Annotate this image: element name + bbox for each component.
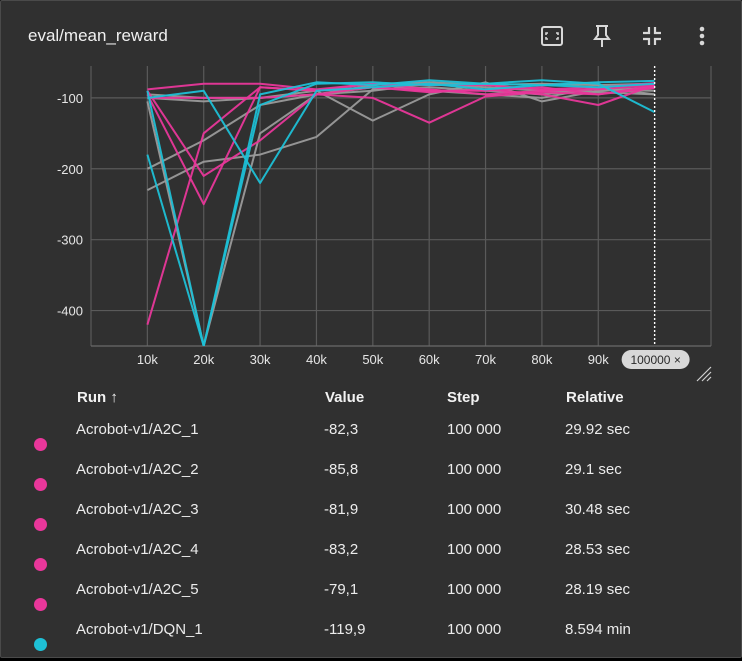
run-name: Acrobot-v1/A2C_2	[76, 461, 199, 478]
column-header-step[interactable]: Step	[447, 389, 480, 406]
step-cursor[interactable]: 100000 ×	[621, 66, 690, 369]
run-step: 100 000	[447, 461, 502, 478]
run-color-dot	[34, 638, 47, 651]
run-name: Acrobot-v1/DQN_1	[76, 621, 203, 638]
run-name: Acrobot-v1/A2C_4	[76, 541, 199, 558]
run-relative: 28.53 sec	[565, 541, 631, 558]
table-row[interactable]: Acrobot-v1/A2C_3 -81,9 100 000 30.48 sec	[1, 501, 741, 541]
run-color-dot	[34, 598, 47, 611]
table-row[interactable]: Acrobot-v1/A2C_4 -83,2 100 000 28.53 sec	[1, 541, 741, 581]
run-relative: 28.19 sec	[565, 581, 631, 598]
column-header-run[interactable]: Run ↑	[77, 389, 118, 406]
run-value: -85,8	[324, 461, 359, 478]
table-row[interactable]: Acrobot-v1/A2C_5 -79,1 100 000 28.19 sec	[1, 581, 741, 621]
run-relative: 29.92 sec	[565, 421, 631, 438]
run-step: 100 000	[447, 541, 502, 558]
series-line-1	[146, 86, 655, 191]
x-tick-label: 70k	[475, 352, 496, 367]
table-row[interactable]: Acrobot-v1/A2C_2 -85,8 100 000 29.1 sec	[1, 461, 741, 501]
series-line-11	[146, 79, 656, 346]
y-tick-label: -300	[57, 233, 83, 248]
x-tick-label: 40k	[306, 352, 327, 367]
x-tick-label: 20k	[193, 352, 214, 367]
run-color-dot	[34, 518, 47, 531]
column-header-relative[interactable]: Relative	[566, 389, 624, 406]
run-color-dot	[34, 558, 47, 571]
run-color-dot	[34, 478, 47, 491]
series-line-12	[146, 79, 655, 346]
run-relative: 30.48 sec	[565, 501, 631, 518]
series-line-7	[146, 86, 655, 206]
x-tick-label: 90k	[588, 352, 609, 367]
x-tick-label: 30k	[250, 352, 271, 367]
run-value: -83,2	[324, 541, 359, 558]
run-color-dot	[34, 438, 47, 451]
table-row[interactable]: Acrobot-v1/DQN_1 -119,9 100 000 8.594 mi…	[1, 621, 741, 661]
step-badge-label: 100000 ×	[630, 353, 680, 367]
run-step: 100 000	[447, 501, 502, 518]
run-value: -81,9	[324, 501, 359, 518]
x-tick-label: 80k	[531, 352, 552, 367]
y-tick-label: -400	[57, 304, 83, 319]
scalar-card: eval/mean_reward 10k 20k 30k 40k 50k 60k 70k 80…	[0, 0, 742, 658]
chart-series	[146, 79, 656, 346]
run-name: Acrobot-v1/A2C_3	[76, 501, 199, 518]
y-tick-label: -200	[57, 162, 83, 177]
run-name: Acrobot-v1/A2C_5	[76, 581, 199, 598]
run-value: -79,1	[324, 581, 359, 598]
run-value: -119,9	[324, 621, 366, 638]
x-tick-label: 50k	[362, 352, 383, 367]
column-header-value[interactable]: Value	[325, 389, 364, 406]
run-relative: 8.594 min	[565, 621, 631, 638]
table-row[interactable]: Acrobot-v1/A2C_1 -82,3 100 000 29.92 sec	[1, 421, 741, 461]
x-tick-label: 60k	[419, 352, 440, 367]
run-step: 100 000	[447, 581, 502, 598]
series-line-6	[146, 82, 655, 325]
run-value: -82,3	[324, 421, 359, 438]
resize-handle-icon[interactable]	[696, 366, 712, 382]
series-line-2	[146, 82, 655, 170]
line-chart[interactable]: 10k 20k 30k 40k 50k 60k 70k 80k 90k -100 -200 -300 -…	[1, 1, 741, 385]
y-tick-label: -100	[57, 91, 83, 106]
chart-axes: 10k 20k 30k 40k 50k 60k 70k 80k 90k -100 -200 -300 -…	[57, 91, 609, 367]
run-relative: 29.1 sec	[565, 461, 622, 478]
run-step: 100 000	[447, 421, 502, 438]
x-tick-label: 10k	[137, 352, 158, 367]
run-name: Acrobot-v1/A2C_1	[76, 421, 199, 438]
run-step: 100 000	[447, 621, 502, 638]
